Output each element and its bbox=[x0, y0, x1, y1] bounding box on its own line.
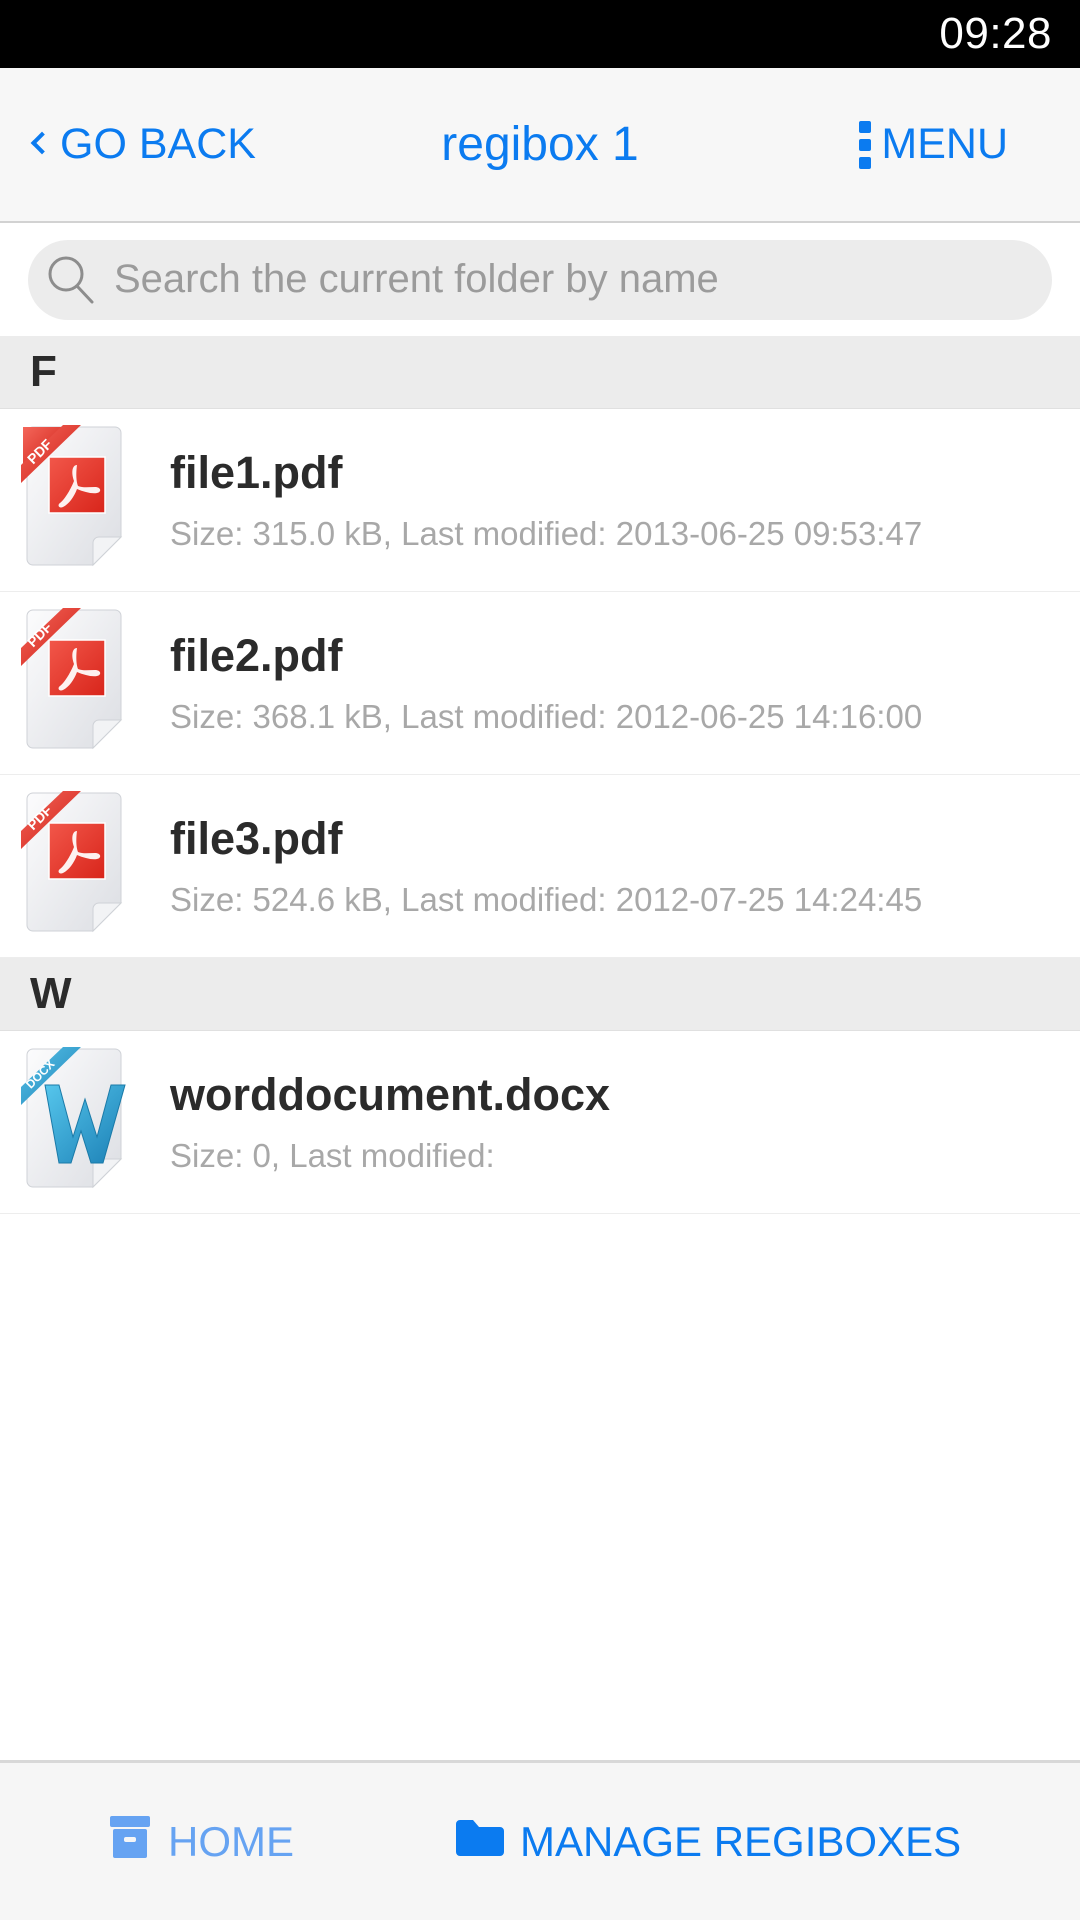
list-item[interactable]: PDF file3.pdf Size: 524.6 kB, Last modif… bbox=[0, 775, 1080, 958]
file-meta: Size: 368.1 kB, Last modified: 2012-06-2… bbox=[170, 698, 923, 735]
file-list: F PDF file1.pdf Size: 315.0 kB, Last mod… bbox=[0, 336, 1080, 1760]
go-back-button[interactable]: GO BACK bbox=[30, 120, 256, 169]
section-header-w: W bbox=[0, 958, 1080, 1031]
search-icon bbox=[28, 253, 114, 307]
home-label: HOME bbox=[168, 1817, 294, 1865]
list-item[interactable]: DOCX worddocument.docx Size: 0, Last mod… bbox=[0, 1031, 1080, 1214]
bottom-navigation: HOME MANAGE REGIBOXES bbox=[0, 1760, 1080, 1920]
folder-icon bbox=[454, 1816, 504, 1868]
manage-regiboxes-label: MANAGE REGIBOXES bbox=[520, 1817, 962, 1865]
pdf-file-icon: PDF bbox=[0, 425, 170, 575]
pdf-file-icon: PDF bbox=[0, 608, 170, 758]
file-name: file3.pdf bbox=[170, 813, 343, 864]
overflow-menu-icon bbox=[859, 120, 872, 169]
file-meta: Size: 315.0 kB, Last modified: 2013-06-2… bbox=[170, 515, 923, 552]
status-bar: 09:28 bbox=[0, 0, 1080, 68]
file-info: file1.pdf Size: 315.0 kB, Last modified:… bbox=[170, 447, 922, 553]
section-letter: W bbox=[30, 969, 72, 1018]
file-info: file3.pdf Size: 524.6 kB, Last modified:… bbox=[170, 813, 922, 919]
file-name: file1.pdf bbox=[170, 447, 343, 498]
search-input[interactable]: Search the current folder by name bbox=[28, 239, 1052, 320]
file-info: worddocument.docx Size: 0, Last modified… bbox=[170, 1069, 610, 1175]
list-item[interactable]: PDF file1.pdf Size: 315.0 kB, Last modif… bbox=[0, 409, 1080, 592]
status-time: 09:28 bbox=[939, 9, 1052, 58]
menu-button[interactable]: MENU bbox=[859, 120, 1008, 169]
section-letter: F bbox=[30, 347, 57, 396]
menu-label: MENU bbox=[881, 120, 1008, 168]
file-name: file2.pdf bbox=[170, 630, 343, 681]
home-button[interactable]: HOME bbox=[108, 1814, 294, 1870]
docx-file-icon: DOCX bbox=[0, 1047, 170, 1197]
search-container: Search the current folder by name bbox=[0, 223, 1080, 336]
section-header-f: F bbox=[0, 336, 1080, 409]
archive-box-icon bbox=[108, 1814, 152, 1870]
app-screen: 09:28 GO BACK regibox 1 MENU Search the … bbox=[0, 0, 1080, 1920]
file-meta: Size: 524.6 kB, Last modified: 2012-07-2… bbox=[170, 881, 923, 918]
chevron-left-icon bbox=[30, 131, 54, 155]
app-header: GO BACK regibox 1 MENU bbox=[0, 68, 1080, 223]
go-back-label: GO BACK bbox=[60, 120, 256, 168]
list-item[interactable]: PDF file2.pdf Size: 368.1 kB, Last modif… bbox=[0, 592, 1080, 775]
file-meta: Size: 0, Last modified: bbox=[170, 1137, 495, 1174]
file-info: file2.pdf Size: 368.1 kB, Last modified:… bbox=[170, 630, 922, 736]
file-name: worddocument.docx bbox=[170, 1069, 611, 1120]
manage-regiboxes-button[interactable]: MANAGE REGIBOXES bbox=[454, 1816, 961, 1868]
pdf-file-icon: PDF bbox=[0, 791, 170, 941]
search-placeholder: Search the current folder by name bbox=[114, 257, 719, 301]
